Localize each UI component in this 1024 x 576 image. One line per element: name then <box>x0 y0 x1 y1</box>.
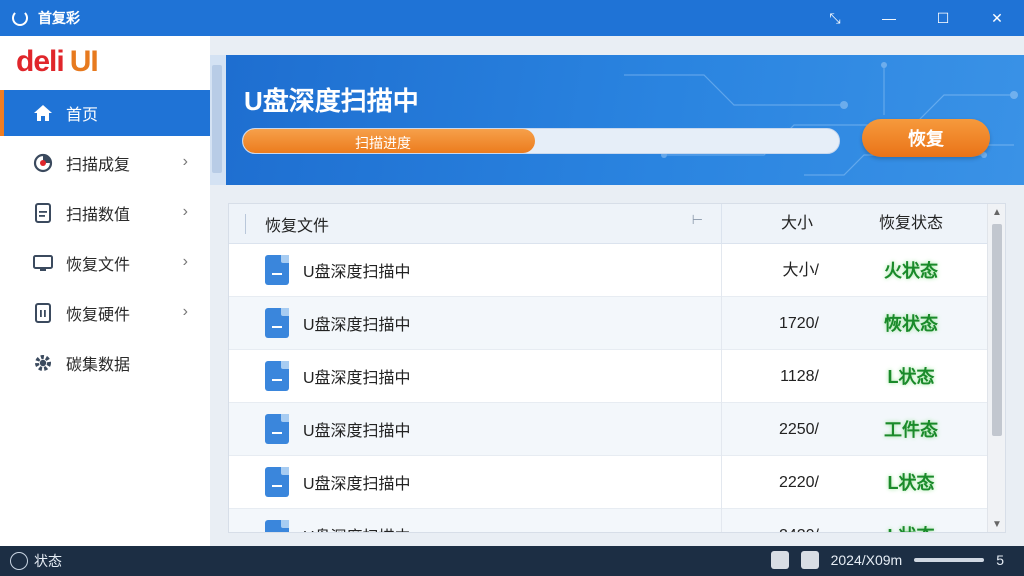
cell-status: L状态 <box>841 522 981 532</box>
chevron-right-icon: › <box>182 153 188 170</box>
sidebar-item-recover-hardware[interactable]: 恢复硬件 › <box>0 290 210 336</box>
cell-status: L状态 <box>887 367 935 387</box>
scroll-thumb[interactable] <box>992 224 1002 436</box>
sidebar-item-recover-files[interactable]: 恢复文件 › <box>0 240 210 286</box>
scroll-down-icon[interactable]: ▼ <box>988 516 1005 532</box>
cell-size: 1720/ <box>721 296 841 350</box>
column-header-status[interactable]: 恢复状态 <box>841 204 981 244</box>
status-label: 状态 <box>34 553 62 569</box>
file-name: U盘深度扫描中 <box>303 370 411 387</box>
maximize-button[interactable]: ☐ <box>916 0 970 36</box>
sidebar-item-label: 扫描数值 <box>66 207 131 224</box>
status-bar: 状态 2024/X09m 5 <box>0 546 1024 576</box>
column-header-name[interactable]: 恢复文件 ⊢ <box>229 212 721 236</box>
file-name: U盘深度扫描中 <box>303 317 411 334</box>
title-bar: 首复彩 ⤡ — ☐ ✕ <box>0 0 1024 36</box>
pie-chart-icon <box>32 152 54 174</box>
restore-icon[interactable]: ⤡ <box>808 0 862 36</box>
gear-icon <box>32 352 54 374</box>
status-right-text: 5 <box>996 552 1004 568</box>
window-title: 首复彩 <box>38 10 80 26</box>
page-title: U盘深度扫描中 <box>244 86 419 116</box>
sidebar: deli UI 首页 扫描成复 › 扫描数值 › 恢复文件 › 恢复硬件 › 碳… <box>0 36 210 546</box>
document-icon <box>32 202 54 224</box>
cell-status: 恢状态 <box>884 314 938 334</box>
minimize-button[interactable]: — <box>862 0 916 36</box>
table-header: 恢复文件 ⊢ 大小 恢复状态 <box>229 204 1005 244</box>
recover-button[interactable]: 恢复 <box>862 119 990 157</box>
network-icon[interactable] <box>770 551 789 569</box>
scroll-up-icon[interactable]: ▲ <box>988 204 1005 222</box>
file-name: U盘深度扫描中 <box>303 423 411 440</box>
cell-status: 工件态 <box>884 420 938 440</box>
cell-size: 大小/ <box>721 243 841 297</box>
cell-size: 1128/ <box>721 349 841 403</box>
file-icon <box>265 467 289 497</box>
status-tray: 2024/X09m 5 <box>770 551 1004 569</box>
table-scrollbar[interactable]: ▲ ▼ <box>987 204 1005 532</box>
file-icon <box>265 308 289 338</box>
sidebar-item-scan-data[interactable]: 扫描数值 › <box>0 190 210 236</box>
table-row[interactable]: U盘深度扫描中 2220/L状态 <box>229 455 1005 509</box>
sidebar-item-home[interactable]: 首页 <box>0 90 210 136</box>
table-row[interactable]: U盘深度扫描中 2420/L状态 <box>229 508 1005 532</box>
cell-file-name: U盘深度扫描中 <box>229 361 721 391</box>
cell-file-name: U盘深度扫描中 <box>229 467 721 497</box>
close-button[interactable]: ✕ <box>970 0 1024 36</box>
cell-status: L状态 <box>887 473 935 493</box>
file-table: 恢复文件 ⊢ 大小 恢复状态 U盘深度扫描中 大小/火状态 U盘深度扫描中 1720/… <box>228 203 1006 533</box>
chevron-right-icon: › <box>182 303 188 320</box>
sidebar-item-label: 恢复硬件 <box>66 307 131 324</box>
sidebar-nav: 首页 扫描成复 › 扫描数值 › 恢复文件 › 恢复硬件 › 碳集数据 <box>0 90 210 386</box>
device-icon <box>32 302 54 324</box>
cell-file-name: U盘深度扫描中 <box>229 255 721 285</box>
cell-size: 2250/ <box>721 402 841 456</box>
column-header-label: 恢复文件 <box>265 217 330 235</box>
sidebar-item-label: 恢复文件 <box>66 257 131 274</box>
file-name: U盘深度扫描中 <box>303 476 411 493</box>
file-icon <box>265 255 289 285</box>
sidebar-scroll-thumb[interactable] <box>212 65 222 173</box>
sidebar-item-label: 扫描成复 <box>66 157 131 174</box>
progress-label: 扫描进度 <box>355 135 411 151</box>
cell-file-name: U盘深度扫描中 <box>229 520 721 532</box>
status-datetime: 2024/X09m <box>830 552 903 568</box>
sidebar-item-collect-data[interactable]: 碳集数据 <box>0 340 210 386</box>
sort-icon[interactable]: ⊢ <box>692 212 703 228</box>
column-header-size[interactable]: 大小 <box>721 204 841 244</box>
scan-banner: U盘深度扫描中 扫描进度 恢复 <box>226 55 1024 185</box>
scan-progress-bar: 扫描进度 <box>242 128 840 154</box>
logo-secondary: UI <box>69 45 99 78</box>
file-icon <box>265 520 289 532</box>
logo-primary: deli <box>16 45 65 78</box>
table-row[interactable]: U盘深度扫描中 1720/恢状态 <box>229 296 1005 350</box>
file-name: U盘深度扫描中 <box>303 264 411 281</box>
file-icon <box>265 414 289 444</box>
cell-status: 火状态 <box>884 261 938 281</box>
sidebar-item-label: 首页 <box>66 107 99 124</box>
file-icon <box>265 361 289 391</box>
sync-icon[interactable] <box>800 551 819 569</box>
table-row[interactable]: U盘深度扫描中 大小/火状态 <box>229 243 1005 297</box>
table-row[interactable]: U盘深度扫描中 2250/工件态 <box>229 402 1005 456</box>
cell-file-name: U盘深度扫描中 <box>229 414 721 444</box>
volume-slider[interactable] <box>914 558 985 562</box>
table-row[interactable]: U盘深度扫描中 1128/L状态 <box>229 349 1005 403</box>
cell-file-name: U盘深度扫描中 <box>229 308 721 338</box>
table-body: U盘深度扫描中 大小/火状态 U盘深度扫描中 1720/恢状态 U盘深度扫描中 1128/… <box>229 243 1005 532</box>
status-icon <box>10 552 28 570</box>
chevron-right-icon: › <box>182 253 188 270</box>
home-icon <box>32 102 54 124</box>
logo: deli UI <box>0 36 210 88</box>
sidebar-item-scan-result[interactable]: 扫描成复 › <box>0 140 210 186</box>
window-controls: ⤡ — ☐ ✕ <box>808 0 1024 36</box>
sidebar-scroll-track <box>210 55 226 185</box>
sidebar-item-label: 碳集数据 <box>66 357 131 374</box>
monitor-icon <box>32 252 54 274</box>
file-name: U盘深度扫描中 <box>303 523 411 532</box>
cell-size: 2220/ <box>721 455 841 509</box>
chevron-right-icon: › <box>182 203 188 220</box>
cell-size: 2420/ <box>721 508 841 532</box>
app-icon <box>12 10 28 26</box>
